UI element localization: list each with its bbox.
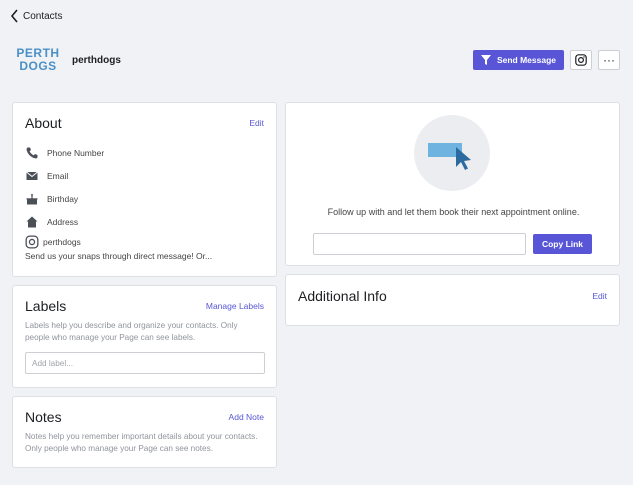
contact-header: PERTH DOGS perthdogs Send Message ··· <box>14 38 624 82</box>
more-dots-icon: ··· <box>603 53 615 67</box>
instagram-icon <box>575 54 587 66</box>
send-message-button[interactable]: Send Message <box>472 50 564 70</box>
about-row-email[interactable]: Email <box>25 164 264 187</box>
add-note-link[interactable]: Add Note <box>229 412 264 422</box>
notes-description: Notes help you remember important detail… <box>25 432 258 453</box>
header-actions: Send Message ··· <box>472 50 620 70</box>
back-label: Contacts <box>23 10 63 22</box>
labels-title: Labels <box>25 298 67 314</box>
about-card: About Edit Phone Number Email Birthday A… <box>12 102 277 277</box>
additional-info-edit-link[interactable]: Edit <box>592 291 607 301</box>
instagram-small-icon <box>25 235 39 249</box>
instagram-bio: Send us your snaps through direct messag… <box>25 251 213 261</box>
page-logo: PERTH DOGS <box>14 40 62 80</box>
birthday-cake-icon <box>25 192 39 206</box>
about-row-label: Email <box>47 170 69 181</box>
booking-promo-card: Follow up with and let them book their n… <box>285 102 620 266</box>
about-title: About <box>25 115 62 131</box>
about-row-address[interactable]: Address <box>25 210 264 233</box>
instagram-handle: perthdogs <box>43 237 81 247</box>
booking-link-field[interactable] <box>313 233 526 255</box>
chevron-left-icon <box>10 9 18 23</box>
notes-card: Notes Add Note Notes help you remember i… <box>12 396 277 468</box>
home-icon <box>25 215 39 229</box>
about-row-label: Birthday <box>47 193 79 204</box>
about-rows: Phone Number Email Birthday Address pert… <box>25 141 264 263</box>
send-message-label: Send Message <box>496 55 556 65</box>
back-to-contacts[interactable]: Contacts <box>10 9 62 23</box>
labels-card: Labels Manage Labels Labels help you des… <box>12 285 277 388</box>
more-options-button[interactable]: ··· <box>598 50 620 70</box>
email-icon <box>25 169 39 183</box>
additional-info-card: Additional Info Edit <box>285 274 620 326</box>
phone-icon <box>25 146 39 160</box>
page-name: perthdogs <box>72 54 121 66</box>
add-label-input[interactable] <box>25 352 265 374</box>
copy-link-button[interactable]: Copy Link <box>533 234 592 254</box>
logo-line2: DOGS <box>19 59 57 73</box>
about-row-instagram[interactable]: perthdogs Send us your snaps through dir… <box>25 235 264 263</box>
filter-icon <box>480 55 491 65</box>
manage-labels-link[interactable]: Manage Labels <box>206 301 264 311</box>
about-row-label: Address <box>47 216 79 227</box>
booking-illustration <box>414 115 490 191</box>
about-row-label: Phone Number <box>47 147 105 158</box>
top-bar: Contacts <box>0 0 633 32</box>
labels-description: Labels help you describe and organize yo… <box>25 321 238 342</box>
cursor-click-icon <box>428 143 471 170</box>
instagram-button[interactable] <box>570 50 592 70</box>
about-edit-link[interactable]: Edit <box>249 118 264 128</box>
booking-promo-text: Follow up with and let them book their n… <box>327 207 580 217</box>
notes-title: Notes <box>25 409 62 425</box>
additional-info-title: Additional Info <box>298 288 387 304</box>
about-row-phone[interactable]: Phone Number <box>25 141 264 164</box>
about-row-birthday[interactable]: Birthday <box>25 187 264 210</box>
